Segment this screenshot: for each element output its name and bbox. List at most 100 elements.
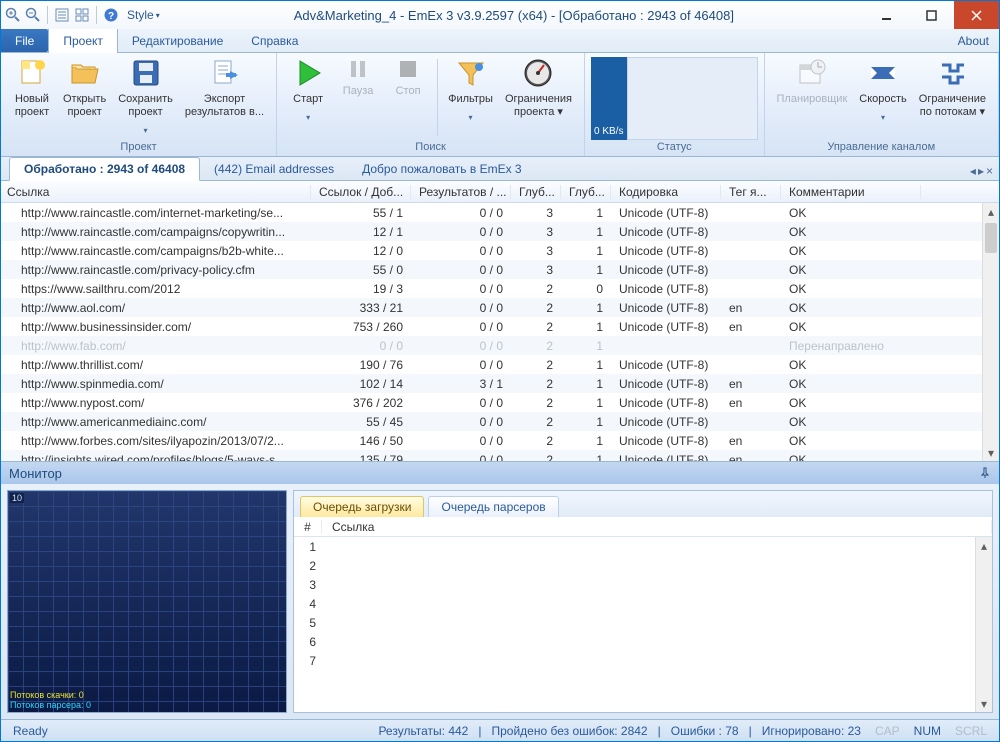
- table-row[interactable]: http://insights.wired.com/profiles/blogs…: [1, 450, 999, 461]
- queue-row[interactable]: 2: [294, 556, 992, 575]
- queue-col-num[interactable]: #: [294, 520, 322, 534]
- maximize-button[interactable]: [909, 1, 954, 29]
- table-row[interactable]: http://www.forbes.com/sites/ilyapozin/20…: [1, 431, 999, 450]
- cell: http://www.businessinsider.com/: [1, 320, 311, 334]
- cell: Unicode (UTF-8): [611, 415, 721, 429]
- cell: 2: [511, 282, 561, 296]
- menu-editing[interactable]: Редактирование: [118, 29, 237, 52]
- app-window: ? Style ▾ Adv&Marketing_4 - EmEx 3 v3.9.…: [0, 0, 1000, 742]
- menu-about[interactable]: About: [948, 29, 999, 52]
- queue-scroll-down-icon[interactable]: ▾: [976, 695, 992, 712]
- queue-tab-download[interactable]: Очередь загрузки: [300, 496, 424, 517]
- style-dropdown[interactable]: Style ▾: [123, 8, 164, 22]
- minimize-button[interactable]: [864, 1, 909, 29]
- table-row[interactable]: http://www.fab.com/0 / 00 / 021Перенапра…: [1, 336, 999, 355]
- queue-row[interactable]: 4: [294, 594, 992, 613]
- col-url[interactable]: Ссылка: [1, 185, 311, 199]
- filters-button[interactable]: Фильтры▾: [442, 55, 499, 124]
- pin-icon[interactable]: [979, 467, 991, 479]
- project-limits-button[interactable]: Ограничения проекта ▾: [499, 55, 578, 119]
- legend-download-threads: Потоков скачки: 0: [10, 690, 91, 700]
- cell: 0 / 0: [411, 453, 511, 462]
- table-row[interactable]: http://www.spinmedia.com/102 / 143 / 121…: [1, 374, 999, 393]
- speed-button[interactable]: Скорость▾: [853, 55, 913, 124]
- col-comments[interactable]: Комментарии: [781, 185, 921, 199]
- tab-processed[interactable]: Обработано : 2943 of 46408: [9, 157, 200, 181]
- tab-welcome[interactable]: Добро пожаловать в EmEx 3: [348, 158, 536, 180]
- save-project-button[interactable]: Сохранить проект▾: [112, 55, 179, 137]
- col-links[interactable]: Ссылок / Доб...: [311, 185, 411, 199]
- queue-scroll-up-icon[interactable]: ▴: [976, 537, 992, 554]
- table-row[interactable]: https://www.sailthru.com/201219 / 30 / 0…: [1, 279, 999, 298]
- tab-emails[interactable]: (442) Email addresses: [200, 158, 348, 180]
- table-row[interactable]: http://www.thrillist.com/190 / 760 / 021…: [1, 355, 999, 374]
- cell: 190 / 76: [311, 358, 411, 372]
- col-lang[interactable]: Тег я...: [721, 185, 781, 199]
- scroll-thumb[interactable]: [985, 223, 997, 253]
- cell: 0 / 0: [411, 301, 511, 315]
- status-errors: Ошибки : 78: [667, 724, 743, 738]
- col-results[interactable]: Результатов / ...: [411, 185, 511, 199]
- pause-icon: [346, 57, 370, 81]
- cell: 2: [511, 453, 561, 462]
- col-depth1[interactable]: Глуб...: [511, 185, 561, 199]
- ribbon-group-status: Статус: [585, 140, 764, 156]
- status-results: Результаты: 442: [374, 724, 472, 738]
- table-row[interactable]: http://www.raincastle.com/privacy-policy…: [1, 260, 999, 279]
- queue-scrollbar[interactable]: ▴ ▾: [975, 537, 992, 712]
- cell: en: [721, 453, 781, 462]
- new-project-button[interactable]: Новый проект: [7, 55, 57, 119]
- cell: http://www.nypost.com/: [1, 396, 311, 410]
- table-scrollbar[interactable]: ▴ ▾: [982, 203, 999, 461]
- table-body: http://www.raincastle.com/internet-marke…: [1, 203, 999, 461]
- queue-col-url[interactable]: Ссылка: [322, 520, 992, 534]
- tabs-prev-icon[interactable]: ◂: [970, 164, 976, 178]
- table-row[interactable]: http://www.businessinsider.com/753 / 260…: [1, 317, 999, 336]
- menu-file[interactable]: File: [1, 29, 48, 52]
- cell: 1: [561, 301, 611, 315]
- export-icon: [208, 57, 240, 89]
- tabs-next-icon[interactable]: ▸: [978, 164, 984, 178]
- threads-icon: [936, 57, 968, 89]
- magnify-plus-icon[interactable]: [5, 7, 21, 23]
- magnify-minus-icon[interactable]: [25, 7, 41, 23]
- scheduler-button[interactable]: Планировщик: [771, 55, 854, 106]
- tabs-close-icon[interactable]: ×: [986, 164, 993, 178]
- scroll-down-icon[interactable]: ▾: [983, 444, 999, 461]
- close-button[interactable]: [954, 1, 999, 29]
- cell: 135 / 79: [311, 453, 411, 462]
- table-row[interactable]: http://www.raincastle.com/campaigns/b2b-…: [1, 241, 999, 260]
- table-row[interactable]: http://www.raincastle.com/campaigns/copy…: [1, 222, 999, 241]
- col-depth2[interactable]: Глуб...: [561, 185, 611, 199]
- col-encoding[interactable]: Кодировка: [611, 185, 721, 199]
- thread-limit-button[interactable]: Ограничение по потокам ▾: [913, 55, 992, 119]
- queue-tab-parsers[interactable]: Очередь парсеров: [428, 496, 558, 517]
- help-icon[interactable]: ?: [103, 7, 119, 23]
- queue-row[interactable]: 7: [294, 651, 992, 670]
- menu-help[interactable]: Справка: [237, 29, 312, 52]
- export-results-button[interactable]: Экспорт результатов в...: [179, 55, 270, 119]
- pause-button[interactable]: Пауза: [333, 55, 383, 98]
- queue-row[interactable]: 6: [294, 632, 992, 651]
- ribbon-group-project: Проект: [7, 140, 270, 156]
- table-row[interactable]: http://www.nypost.com/376 / 2020 / 021Un…: [1, 393, 999, 412]
- cell: OK: [781, 453, 921, 462]
- cell: en: [721, 377, 781, 391]
- queue-row[interactable]: 5: [294, 613, 992, 632]
- queue-row[interactable]: 1: [294, 537, 992, 556]
- table-row[interactable]: http://www.raincastle.com/internet-marke…: [1, 203, 999, 222]
- menu-project[interactable]: Проект: [48, 29, 118, 53]
- grid-icon[interactable]: [74, 7, 90, 23]
- gauge-icon: [522, 57, 554, 89]
- table-row[interactable]: http://www.americanmediainc.com/55 / 450…: [1, 412, 999, 431]
- cell: 2: [511, 358, 561, 372]
- stop-button[interactable]: Стоп: [383, 55, 433, 98]
- queue-row[interactable]: 3: [294, 575, 992, 594]
- cell: 0 / 0: [411, 339, 511, 353]
- scroll-up-icon[interactable]: ▴: [983, 203, 999, 220]
- table-row[interactable]: http://www.aol.com/333 / 210 / 021Unicod…: [1, 298, 999, 317]
- cell: 0 / 0: [411, 244, 511, 258]
- open-project-button[interactable]: Открыть проект: [57, 55, 112, 119]
- start-button[interactable]: Старт▾: [283, 55, 333, 124]
- list-icon[interactable]: [54, 7, 70, 23]
